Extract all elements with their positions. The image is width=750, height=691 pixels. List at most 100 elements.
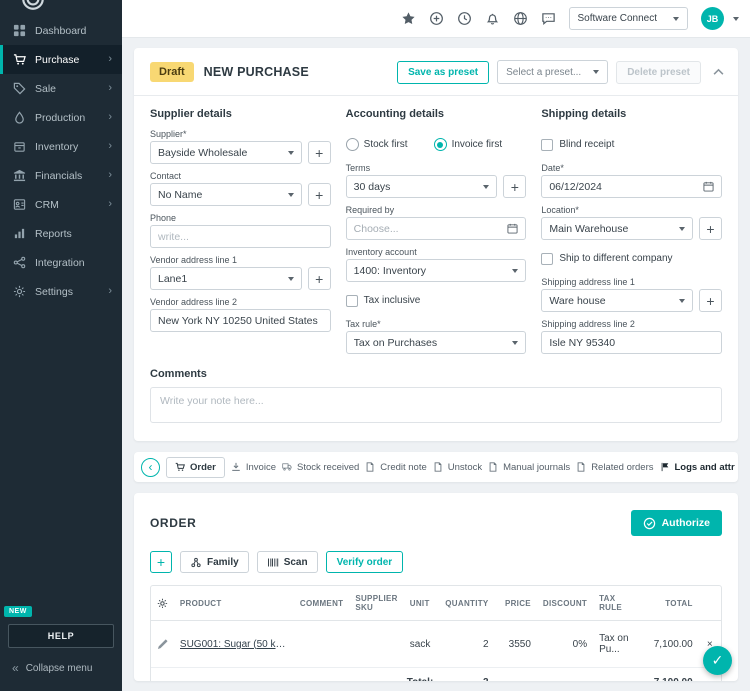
preset-select[interactable]: Select a preset...: [497, 60, 608, 84]
collapse-menu-button[interactable]: « Collapse menu: [8, 648, 114, 687]
clock-icon[interactable]: [457, 11, 472, 26]
tab-stock-received[interactable]: Stock received: [282, 462, 359, 473]
inventory-account-select[interactable]: 1400: Inventory: [346, 259, 527, 282]
sidebar-item-purchase[interactable]: Purchase ›: [0, 45, 122, 74]
shipping-address1-field: Shipping address line 1 Ware house +: [541, 277, 722, 312]
sidebar-item-integration[interactable]: Integration: [0, 248, 122, 277]
location-select[interactable]: Main Warehouse: [541, 217, 693, 240]
edit-row-pencil-icon[interactable]: [157, 639, 168, 650]
vendor-address1-value: Lane1: [158, 273, 187, 285]
chevron-right-icon: ›: [108, 286, 112, 297]
required-by-datepicker[interactable]: Choose...: [346, 217, 527, 240]
blind-receipt-checkbox[interactable]: Blind receipt: [541, 133, 722, 156]
sale-tag-icon: [13, 82, 26, 95]
chat-icon[interactable]: [541, 11, 556, 26]
supplier-select[interactable]: Bayside Wholesale: [150, 141, 302, 164]
table-row: SUG001: Sugar (50 kg sa... sack 2 3550 0…: [151, 621, 721, 668]
sidebar-item-financials[interactable]: Financials ›: [0, 161, 122, 190]
authorize-button[interactable]: Authorize: [631, 510, 722, 536]
cell-unit: sack: [404, 621, 440, 668]
shipping-address1-value: Ware house: [549, 295, 605, 307]
contact-select[interactable]: No Name: [150, 183, 302, 206]
order-mode-radio-group: Stock first Invoice first: [346, 133, 527, 156]
col-header-tax-rule: TAX RULE: [593, 586, 639, 621]
stock-first-radio[interactable]: Stock first: [346, 138, 408, 151]
delete-preset-button[interactable]: Delete preset: [616, 61, 701, 84]
tax-inclusive-checkbox[interactable]: Tax inclusive: [346, 289, 527, 312]
shipping-address1-select[interactable]: Ware house: [541, 289, 693, 312]
save-preset-button[interactable]: Save as preset: [397, 61, 489, 84]
add-shipping-address-button[interactable]: +: [699, 289, 722, 312]
ship-to-different-checkbox[interactable]: Ship to different company: [541, 247, 722, 270]
document-icon: [365, 462, 375, 472]
inventory-account-value: 1400: Inventory: [354, 265, 426, 277]
tab-credit-note[interactable]: Credit note: [365, 462, 426, 473]
flag-icon: [660, 462, 670, 472]
sidebar-item-inventory[interactable]: Inventory ›: [0, 132, 122, 161]
col-header-price: PRICE: [495, 586, 537, 621]
plus-circle-icon[interactable]: [429, 11, 444, 26]
radio-circle-icon: [346, 138, 359, 151]
col-header-unit: UNIT: [404, 586, 440, 621]
document-icon: [576, 462, 586, 472]
comments-textarea[interactable]: [150, 387, 722, 423]
date-field: Date* 06/12/2024: [541, 163, 722, 198]
page-title: NEW PURCHASE: [204, 65, 309, 79]
tab-unstock[interactable]: Unstock: [433, 462, 482, 473]
verify-order-button[interactable]: Verify order: [326, 551, 404, 573]
phone-input[interactable]: [150, 225, 331, 248]
sidebar-item-sale[interactable]: Sale ›: [0, 74, 122, 103]
tab-invoice[interactable]: Invoice: [231, 462, 276, 473]
accounting-details-heading: Accounting details: [346, 108, 527, 120]
scan-button[interactable]: Scan: [257, 551, 318, 573]
tab-manual-journals[interactable]: Manual journals: [488, 462, 570, 473]
globe-icon[interactable]: [513, 11, 528, 26]
sidebar: Dashboard Purchase › Sale › Production ›…: [0, 0, 122, 691]
sidebar-bottom: NEW HELP « Collapse menu: [0, 594, 122, 691]
sidebar-item-crm[interactable]: CRM ›: [0, 190, 122, 219]
table-settings-gear-icon[interactable]: [157, 598, 168, 609]
chevron-down-icon: [593, 70, 599, 74]
tab-label: Credit note: [380, 462, 426, 473]
product-link[interactable]: SUG001: Sugar (50 kg sa...: [180, 639, 288, 650]
sidebar-item-label: Financials: [35, 170, 82, 182]
checkbox-icon: [541, 139, 553, 151]
cell-discount: 0%: [537, 621, 593, 668]
sidebar-item-dashboard[interactable]: Dashboard: [0, 16, 122, 45]
bell-icon[interactable]: [485, 11, 500, 26]
date-datepicker[interactable]: 06/12/2024: [541, 175, 722, 198]
tab-label: Unstock: [448, 462, 482, 473]
vendor-address2-input[interactable]: [150, 309, 331, 332]
add-line-button[interactable]: +: [150, 551, 172, 573]
workspace-select[interactable]: Software Connect: [569, 7, 689, 30]
help-button[interactable]: HELP: [8, 624, 114, 648]
integration-nodes-icon: [13, 256, 26, 269]
add-vendor-address-button[interactable]: +: [308, 267, 331, 290]
collapse-panel-chevron-icon[interactable]: [713, 68, 724, 76]
date-value: 06/12/2024: [549, 181, 602, 193]
logo-swirl-icon: [20, 0, 46, 12]
star-icon[interactable]: [401, 11, 416, 26]
confirm-fab-button[interactable]: ✓: [703, 646, 732, 675]
terms-select[interactable]: 30 days: [346, 175, 498, 198]
add-location-button[interactable]: +: [699, 217, 722, 240]
chevron-down-icon: [512, 341, 518, 345]
tab-logs-and-attachments[interactable]: Logs and attr: [660, 462, 735, 473]
sidebar-item-label: Dashboard: [35, 25, 86, 37]
tabs-scroll-left-button[interactable]: ‹: [141, 458, 160, 477]
sidebar-item-production[interactable]: Production ›: [0, 103, 122, 132]
vendor-address1-select[interactable]: Lane1: [150, 267, 302, 290]
tab-order[interactable]: Order: [166, 457, 225, 478]
avatar[interactable]: JB: [701, 7, 724, 30]
invoice-first-radio[interactable]: Invoice first: [434, 138, 503, 151]
add-terms-button[interactable]: +: [503, 175, 526, 198]
tax-rule-select[interactable]: Tax on Purchases: [346, 331, 527, 354]
add-contact-button[interactable]: +: [308, 183, 331, 206]
chevron-down-icon[interactable]: [733, 17, 739, 21]
add-supplier-button[interactable]: +: [308, 141, 331, 164]
sidebar-item-settings[interactable]: Settings ›: [0, 277, 122, 306]
family-button[interactable]: Family: [180, 551, 249, 573]
shipping-address2-input[interactable]: [541, 331, 722, 354]
sidebar-item-reports[interactable]: Reports: [0, 219, 122, 248]
tab-related-orders[interactable]: Related orders: [576, 462, 653, 473]
